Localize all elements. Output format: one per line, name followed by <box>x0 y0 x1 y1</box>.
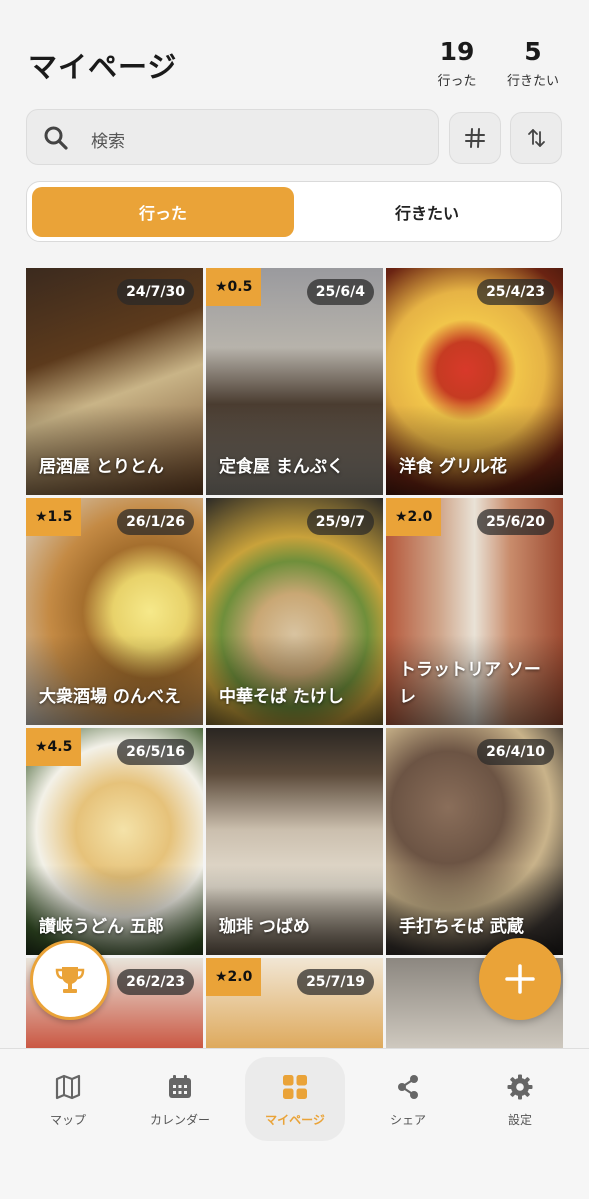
place-name: 定食屋 まんぷく <box>219 457 344 477</box>
sort-button[interactable] <box>510 112 562 164</box>
tab-calendar[interactable]: カレンダー <box>130 1057 230 1141</box>
search-icon <box>44 126 68 150</box>
place-grid: 24/7/30 居酒屋 とりとん ★0.5 25/6/4 定食屋 まんぷく 25… <box>26 268 563 1048</box>
place-tile[interactable]: ★2.0 25/7/19 <box>206 958 383 1048</box>
rating-badge: ★1.5 <box>26 498 82 536</box>
want-label: 行きたい <box>506 74 559 89</box>
visit-date-badge: 24/7/30 <box>117 279 194 305</box>
place-tile[interactable]: ★4.5 26/5/16 讃岐うどん 五郎 <box>26 728 203 955</box>
visited-count-stat[interactable]: 19 行った <box>422 37 492 90</box>
place-name: トラットリア ソーレ <box>399 660 541 707</box>
place-tile[interactable]: 25/4/23 洋食 グリル花 <box>386 268 563 495</box>
rating-badge: ★0.5 <box>206 268 262 306</box>
plus-icon <box>505 964 535 994</box>
visit-date-badge: 25/9/7 <box>306 509 374 535</box>
place-tile[interactable]: 26/4/10 手打ちそば 武蔵 <box>386 728 563 955</box>
visit-date-badge: 26/5/16 <box>117 739 194 765</box>
visit-date-badge: 25/6/4 <box>306 279 374 305</box>
place-name: 讃岐うどん 五郎 <box>39 917 164 937</box>
place-name: 中華そば たけし <box>219 687 344 707</box>
visited-wanted-segment: 行った 行きたい <box>26 181 562 242</box>
tab-label: 設定 <box>507 1113 532 1127</box>
place-name: 手打ちそば 武蔵 <box>399 917 524 937</box>
place-name: 居酒屋 とりとん <box>39 457 164 477</box>
place-tile[interactable]: ★1.5 26/1/26 大衆酒場 のんべえ <box>26 498 203 725</box>
calendar-icon <box>169 1075 191 1098</box>
tab-share[interactable]: シェア <box>358 1057 458 1141</box>
gear-icon <box>507 1074 533 1100</box>
achievements-button[interactable] <box>30 940 110 1020</box>
place-tile[interactable]: ★2.0 25/6/20 トラットリア ソーレ <box>386 498 563 725</box>
tab-label: マイページ <box>265 1113 325 1127</box>
bottom-tab-bar: マップ カレンダー マイページ シェア 設定 <box>0 1048 589 1199</box>
rating-badge: ★2.0 <box>206 958 262 996</box>
trophy-icon <box>55 967 85 993</box>
visit-date-badge: 26/4/10 <box>477 739 554 765</box>
share-icon <box>398 1075 418 1099</box>
map-icon <box>55 1074 81 1100</box>
tab-settings[interactable]: 設定 <box>470 1057 570 1141</box>
rating-badge: ★2.0 <box>386 498 442 536</box>
tab-map[interactable]: マップ <box>18 1057 118 1141</box>
want-count-stat[interactable]: 5 行きたい <box>498 37 568 90</box>
want-count: 5 <box>524 37 542 66</box>
page-title: マイページ <box>28 50 178 84</box>
header: マイページ 19 行った 5 行きたい <box>0 0 589 100</box>
place-tile[interactable]: 珈琲 つばめ <box>206 728 383 955</box>
place-tile[interactable]: 24/7/30 居酒屋 とりとん <box>26 268 203 495</box>
search-placeholder: 検索 <box>91 132 125 152</box>
search-input[interactable]: 検索 <box>26 109 439 165</box>
tag-filter-button[interactable] <box>449 112 501 164</box>
place-tile[interactable]: ★0.5 25/6/4 定食屋 まんぷく <box>206 268 383 495</box>
sort-arrows-icon <box>528 129 545 147</box>
tab-label: マップ <box>49 1113 86 1127</box>
visit-date-badge: 25/6/20 <box>477 509 554 535</box>
place-tile[interactable]: 25/9/7 中華そば たけし <box>206 498 383 725</box>
visit-date-badge: 25/4/23 <box>477 279 554 305</box>
tab-label: シェア <box>389 1113 426 1127</box>
add-place-button[interactable] <box>479 938 561 1020</box>
place-name: 大衆酒場 のんべえ <box>39 687 181 707</box>
visited-label: 行った <box>437 74 477 89</box>
tab-want-to-go[interactable]: 行きたい <box>296 187 558 237</box>
rating-badge: ★4.5 <box>26 728 82 766</box>
visited-count: 19 <box>439 37 475 66</box>
visit-date-badge: 26/2/23 <box>117 969 194 995</box>
visit-date-badge: 26/1/26 <box>117 509 194 535</box>
visit-date-badge: 25/7/19 <box>297 969 374 995</box>
tab-label: カレンダー <box>149 1113 210 1127</box>
hashtag-icon <box>465 128 485 148</box>
tab-visited[interactable]: 行った <box>32 187 294 237</box>
place-name: 洋食 グリル花 <box>399 457 507 477</box>
place-name: 珈琲 つばめ <box>219 917 310 937</box>
tab-mypage[interactable]: マイページ <box>245 1057 345 1141</box>
grid-icon <box>283 1075 307 1099</box>
